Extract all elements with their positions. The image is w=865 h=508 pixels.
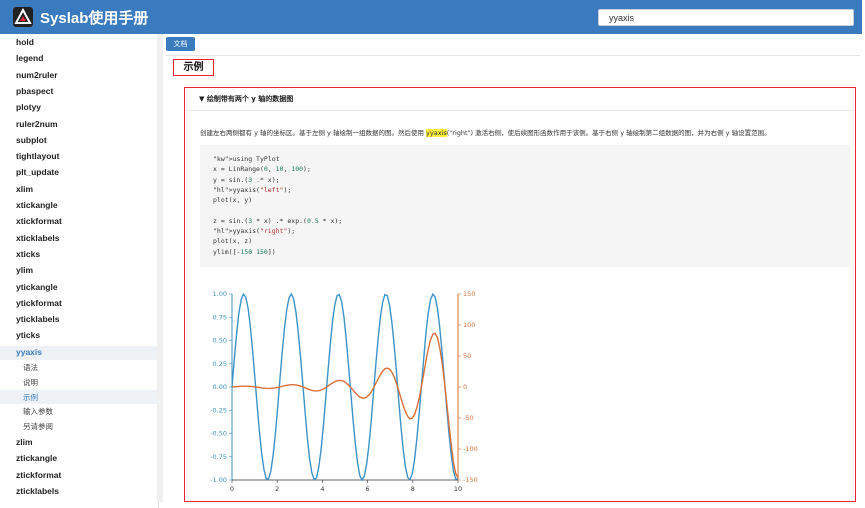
code-line: "kw">using TyPlot bbox=[213, 155, 280, 163]
sidebar-item-ytickangle[interactable]: ytickangle bbox=[16, 282, 58, 292]
search-input[interactable]: yyaxis bbox=[598, 9, 854, 26]
y-right-tick-label: 150 bbox=[463, 290, 475, 298]
y-right-tick-label: -50 bbox=[463, 414, 474, 422]
x-tick-label: 4 bbox=[320, 485, 324, 493]
code-line: plot(x, y) bbox=[213, 196, 253, 205]
example-description: 创建左右两侧都有 y 轴的坐标区。基于左侧 y 轴绘制一组数据的图。然后使用 y… bbox=[200, 127, 771, 137]
y-right-tick-label: 0 bbox=[463, 383, 467, 391]
code-line: y = sin.(3 .* x); bbox=[213, 175, 280, 184]
y-left-tick-label: 0.75 bbox=[213, 313, 227, 321]
sidebar-item-xtickangle[interactable]: xtickangle bbox=[16, 200, 58, 210]
sidebar: hold legend num2ruler pbaspect plotyy ruler2n… bbox=[0, 34, 159, 508]
y-right-tick-label: -150 bbox=[463, 476, 478, 484]
sidebar-item-tightlayout[interactable]: tightlayout bbox=[16, 151, 59, 161]
sidebar-scrollbar[interactable] bbox=[157, 34, 163, 502]
sidebar-item-xticks[interactable]: xticks bbox=[16, 249, 40, 259]
sidebar-item-xtickformat[interactable]: xtickformat bbox=[16, 216, 62, 226]
desc-highlight: yyaxis bbox=[426, 129, 447, 137]
sidebar-item-xticklabels[interactable]: xticklabels bbox=[16, 233, 59, 243]
code-line: x = LinRange(0, 10, 100); bbox=[213, 165, 311, 174]
code-line: z = sin.(3 * x) .* exp.(0.5 * x); bbox=[213, 216, 343, 225]
sidebar-item-pbaspect[interactable]: pbaspect bbox=[16, 86, 53, 96]
sidebar-item-yticks[interactable]: yticks bbox=[16, 330, 40, 340]
sidebar-subitem[interactable]: 说明 bbox=[23, 377, 38, 388]
app-header: Syslab使用手册 yyaxis bbox=[0, 0, 862, 34]
sidebar-item-plotyy[interactable]: plotyy bbox=[16, 102, 41, 112]
series-left-line bbox=[231, 292, 459, 482]
x-tick-label: 0 bbox=[230, 485, 234, 493]
sidebar-item-xlim[interactable]: xlim bbox=[16, 184, 33, 194]
x-tick-label: 10 bbox=[454, 485, 462, 493]
code-block bbox=[200, 145, 850, 267]
y-left-tick-label: 0.50 bbox=[213, 337, 227, 345]
app-logo-icon bbox=[13, 7, 33, 27]
sidebar-item-subplot[interactable]: subplot bbox=[16, 135, 47, 145]
sidebar-item-zticklabels[interactable]: zticklabels bbox=[16, 486, 59, 496]
app-title: Syslab使用手册 bbox=[40, 10, 149, 27]
doc-button[interactable]: 文档 bbox=[166, 37, 195, 51]
sidebar-item-ruler2num[interactable]: ruler2num bbox=[16, 119, 58, 129]
y-right-tick-label: 100 bbox=[463, 321, 475, 329]
code-line: "hl">yyaxis("left"); bbox=[213, 185, 292, 194]
sidebar-item-ylim[interactable]: ylim bbox=[16, 265, 33, 275]
x-tick-label: 6 bbox=[366, 485, 370, 493]
y-right-tick-label: -100 bbox=[463, 445, 478, 453]
sidebar-item-yyaxis[interactable]: yyaxis bbox=[16, 347, 42, 357]
x-tick-label: 8 bbox=[411, 485, 415, 493]
sidebar-subitem[interactable]: 语法 bbox=[23, 362, 38, 373]
code-line: "hl">yyaxis("right"); bbox=[213, 227, 296, 236]
dual-axis-chart: 0 2 4 6 8 10 1.00 0.75 0.50 0.25 0.00 -0.25 -0.50 -0.… bbox=[210, 290, 478, 493]
y-left-tick-label: -0.25 bbox=[210, 406, 227, 414]
sidebar-item-zlim[interactable]: zlim bbox=[16, 437, 33, 447]
divider bbox=[165, 55, 860, 56]
y-left-tick-label: 0.00 bbox=[213, 383, 227, 391]
code-line: ylim([-150 150]) bbox=[213, 247, 276, 256]
y-left-tick-label: 1.00 bbox=[213, 290, 227, 298]
example-divider bbox=[186, 110, 854, 111]
sidebar-subitem[interactable]: 示例 bbox=[23, 392, 38, 403]
sidebar-item-yticklabels[interactable]: yticklabels bbox=[16, 314, 59, 324]
y-right-tick-label: 50 bbox=[463, 352, 471, 360]
sidebar-item-ztickangle[interactable]: ztickangle bbox=[16, 453, 57, 463]
sidebar-item-num2ruler[interactable]: num2ruler bbox=[16, 70, 58, 80]
sidebar-item-plt-update[interactable]: plt_update bbox=[16, 167, 59, 177]
x-tick-label: 2 bbox=[275, 485, 279, 493]
sidebar-subitem[interactable]: 另请参阅 bbox=[23, 421, 53, 432]
y-left-tick-label: -0.75 bbox=[210, 453, 227, 461]
y-left-tick-label: -1.00 bbox=[210, 476, 227, 484]
section-title: 示例 bbox=[173, 59, 214, 76]
sidebar-subitem[interactable]: 输入参数 bbox=[23, 406, 53, 417]
desc-text-before: 创建左右两侧都有 y 轴的坐标区。基于左侧 y 轴绘制一组数据的图。然后使用 bbox=[200, 129, 427, 137]
sidebar-item-legend[interactable]: legend bbox=[16, 53, 43, 63]
code-line: plot(x, z) bbox=[213, 237, 253, 246]
sidebar-item-ytickformat[interactable]: ytickformat bbox=[16, 298, 62, 308]
sidebar-item-hold[interactable]: hold bbox=[16, 37, 34, 47]
example-title[interactable]: ▼ 绘制带有两个 y 轴的数据图 bbox=[199, 94, 293, 104]
y-left-tick-label: -0.50 bbox=[210, 430, 227, 438]
desc-text-after: ("right") 激活右侧，使后续图形函数作用于该侧。基于右侧 y 轴绘制第二… bbox=[446, 129, 771, 137]
y-left-tick-label: 0.25 bbox=[213, 360, 227, 368]
sidebar-item-ztickformat[interactable]: ztickformat bbox=[16, 470, 61, 480]
